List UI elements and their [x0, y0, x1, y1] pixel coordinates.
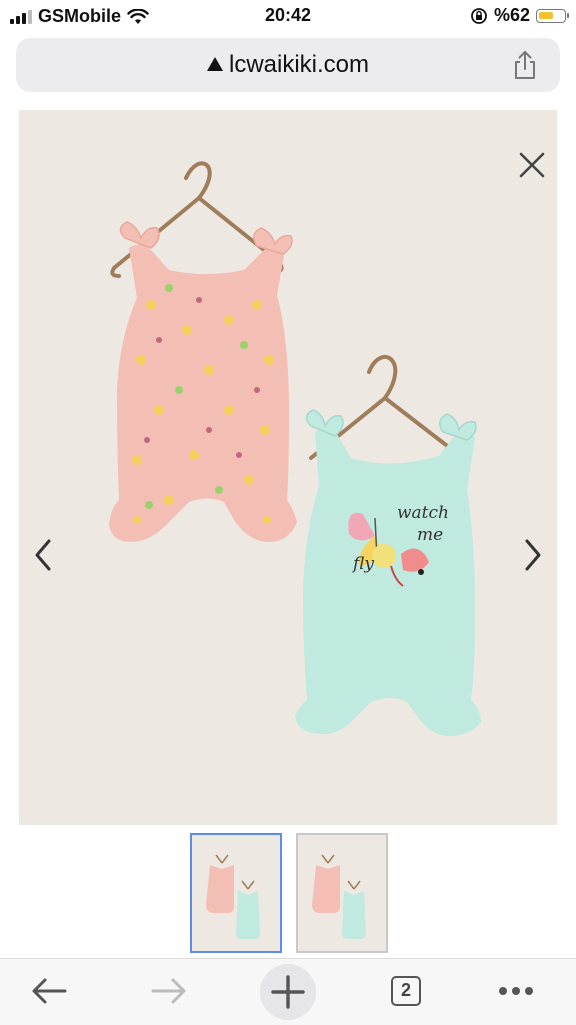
battery-icon	[536, 8, 569, 23]
status-right: %62	[470, 5, 569, 26]
print-text-line3: fly	[353, 554, 374, 574]
thumbnail-1[interactable]	[190, 833, 282, 953]
url-display[interactable]: lcwaikiki.com	[16, 51, 560, 79]
tab-switcher-button[interactable]: 2	[391, 976, 421, 1006]
print-text-line1: watch	[397, 503, 449, 523]
thumbnail-strip	[190, 833, 388, 953]
close-icon[interactable]	[515, 148, 549, 182]
chevron-left-icon[interactable]	[29, 535, 57, 575]
new-tab-icon	[271, 975, 305, 1009]
back-icon[interactable]	[27, 969, 71, 1013]
forward-icon[interactable]	[147, 969, 191, 1013]
new-tab-button[interactable]	[260, 964, 316, 1020]
more-icon[interactable]	[494, 969, 538, 1013]
browser-toolbar: 2	[0, 958, 576, 1025]
status-bar: GSMobile 20:42 %62	[0, 0, 576, 34]
lock-rotation-icon	[471, 7, 487, 24]
product-image-gallery[interactable]: watch me fly	[19, 110, 557, 825]
pink-romper	[109, 221, 297, 542]
thumbnail-2[interactable]	[296, 833, 388, 953]
print-text: watch me	[397, 502, 449, 546]
share-icon[interactable]	[512, 50, 538, 80]
print-text-line2: me	[417, 525, 444, 545]
url-text: lcwaikiki.com	[228, 51, 369, 78]
thumbnail-image	[206, 854, 260, 939]
warning-icon	[206, 56, 223, 71]
chevron-right-icon[interactable]	[519, 535, 547, 575]
thumbnail-image	[312, 854, 366, 939]
address-bar[interactable]: lcwaikiki.com	[16, 38, 560, 92]
product-image	[109, 161, 481, 736]
battery-percent: %62	[493, 5, 530, 25]
mint-romper	[295, 409, 481, 736]
